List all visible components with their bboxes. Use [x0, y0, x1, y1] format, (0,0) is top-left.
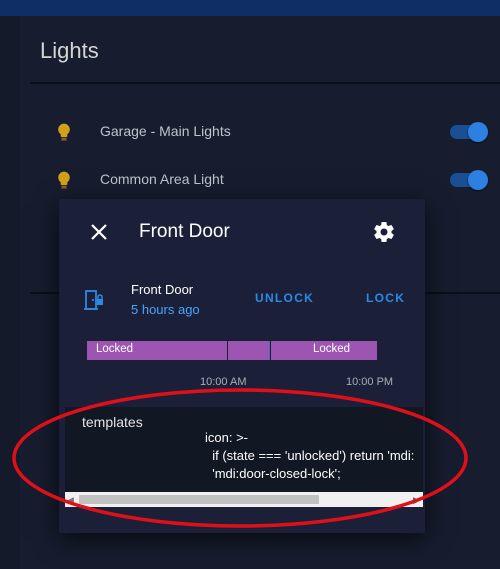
gear-icon[interactable]	[372, 220, 396, 244]
timeline-segment[interactable]	[228, 341, 270, 360]
toggle-switch[interactable]	[450, 122, 488, 142]
timeline-label: Locked	[313, 343, 351, 355]
card-title: Lights	[40, 38, 99, 63]
timeline-label: Locked	[96, 343, 134, 355]
toggle-knob	[468, 122, 488, 142]
horizontal-scrollbar[interactable]: ◀ ▶	[65, 492, 423, 507]
entity-label: Garage - Main Lights	[100, 123, 231, 139]
bulb-icon	[58, 123, 70, 141]
left-edge	[0, 16, 20, 569]
entity-row-garage[interactable]: Garage - Main Lights	[50, 116, 500, 146]
more-info-dialog: Front Door Front Door 5 hours ago UNLOCK…	[59, 199, 425, 533]
attribute-value: icon: >- if (state === 'unlocked') retur…	[205, 429, 414, 483]
entity-row-common-area[interactable]: Common Area Light	[50, 164, 500, 194]
door-lock-icon	[84, 290, 103, 310]
timeline-tick: 10:00 PM	[346, 376, 394, 388]
code-line: 'mdi:door-closed-lock';	[205, 466, 341, 481]
lock-button[interactable]: LOCK	[366, 291, 405, 305]
divider	[30, 82, 500, 84]
timeline-tick: 10:00 AM	[200, 376, 247, 388]
templates-attribute: templates icon: >- if (state === 'unlock…	[65, 407, 423, 507]
toggle-switch[interactable]	[450, 170, 488, 190]
bulb-icon	[58, 171, 70, 189]
scrollbar-thumb[interactable]	[79, 495, 319, 504]
top-app-bar	[0, 0, 500, 16]
scroll-left-icon[interactable]: ◀	[67, 495, 74, 506]
entity-name: Front Door	[131, 282, 194, 297]
timeline-marker	[269, 341, 270, 360]
code-line: if (state === 'unlocked') return 'mdi:	[205, 448, 415, 463]
scroll-right-icon[interactable]: ▶	[413, 495, 420, 506]
history-timeline[interactable]: Locked Locked	[87, 341, 377, 360]
close-icon[interactable]	[87, 220, 111, 244]
code-line: icon: >-	[205, 430, 248, 445]
dialog-title: Front Door	[139, 221, 230, 242]
toggle-knob	[468, 170, 488, 190]
entity-label: Common Area Light	[100, 171, 224, 187]
attribute-name: templates	[82, 414, 143, 430]
unlock-button[interactable]: UNLOCK	[255, 291, 314, 305]
last-changed: 5 hours ago	[131, 302, 200, 317]
